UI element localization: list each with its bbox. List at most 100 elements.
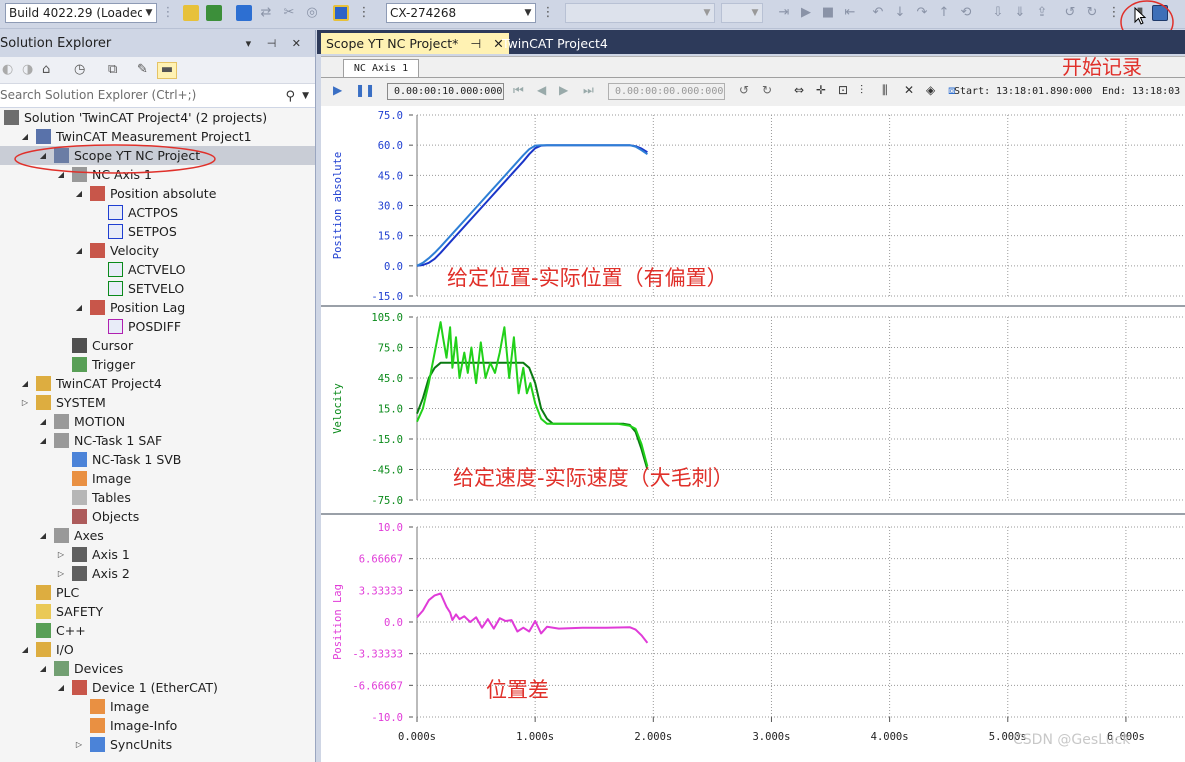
time-span-field[interactable]: 0.00:00:10.000:000 bbox=[387, 83, 504, 100]
tree-node-setvelo[interactable]: SETVELO bbox=[0, 279, 315, 298]
force-values-icon[interactable]: ⇓ bbox=[1012, 5, 1028, 21]
tree-node-cursor[interactable]: Cursor bbox=[0, 336, 315, 355]
tree-node-image[interactable]: Image bbox=[0, 469, 315, 488]
tree-node-twincat-project4[interactable]: ◢ TwinCAT Project4 bbox=[0, 374, 315, 393]
logout-icon[interactable]: ⇤ bbox=[842, 5, 858, 21]
expand-icon[interactable]: ▷ bbox=[20, 393, 30, 412]
redo-icon[interactable]: ↻ bbox=[1084, 5, 1100, 21]
plc-project-combo[interactable]: ▼ bbox=[565, 3, 715, 23]
tree-node-nc-task-1-svb[interactable]: NC-Task 1 SVB bbox=[0, 450, 315, 469]
tab-twincat-project4[interactable]: TwinCAT Project4 bbox=[497, 33, 613, 54]
reset-icon[interactable]: ⟲ bbox=[958, 5, 974, 21]
home-icon[interactable]: ⌂ bbox=[42, 62, 50, 77]
tree-node-actpos[interactable]: ACTPOS bbox=[0, 203, 315, 222]
next-icon[interactable]: ▶ bbox=[559, 83, 568, 97]
tree-node-axis-1[interactable]: ▷ Axis 1 bbox=[0, 545, 315, 564]
tree-node-device-1-ethercat[interactable]: ◢ Device 1 (EtherCAT) bbox=[0, 678, 315, 697]
collapse-icon[interactable]: ◢ bbox=[74, 184, 84, 203]
collapse-icon[interactable]: ◢ bbox=[38, 431, 48, 450]
step-back-icon[interactable]: ↶ bbox=[870, 5, 886, 21]
collapse-icon[interactable]: ◢ bbox=[38, 526, 48, 545]
target-menu-icon[interactable]: ⋮ bbox=[356, 5, 372, 21]
expand-icon[interactable]: ▷ bbox=[56, 564, 66, 583]
last-icon[interactable]: ⏭ bbox=[583, 83, 594, 98]
cursor-off-icon[interactable]: ✕ bbox=[904, 83, 914, 97]
build-combo[interactable]: Build 4022.29 (Loaded ▼ bbox=[5, 3, 157, 23]
tree-node-safety[interactable]: SAFETY bbox=[0, 602, 315, 621]
tree-node-tables[interactable]: Tables bbox=[0, 488, 315, 507]
fit-icon[interactable]: ⊡ bbox=[838, 83, 848, 97]
step-into-icon[interactable]: ↓ bbox=[892, 5, 908, 21]
redo-zoom-icon[interactable]: ↻ bbox=[762, 83, 772, 97]
expand-icon[interactable]: ▷ bbox=[74, 735, 84, 754]
position-lag-chart[interactable]: 10.0 6.66667 3.33333 0.0 -3.33333 -6.66667 -10… bbox=[321, 515, 1185, 762]
back-icon[interactable]: ◐ bbox=[2, 62, 13, 77]
run-icon[interactable]: ▶ bbox=[333, 83, 342, 97]
tab-nc-axis-1[interactable]: NC Axis 1 bbox=[343, 59, 419, 77]
collapse-icon[interactable]: ◢ bbox=[56, 678, 66, 697]
tab-scope-yt-nc-project[interactable]: Scope YT NC Project* ⊣ ✕ bbox=[321, 33, 509, 54]
tree-node-solution-twincat-project4-2-projects[interactable]: Solution 'TwinCAT Project4' (2 projects) bbox=[0, 108, 315, 127]
preview-icon[interactable]: ▬ bbox=[157, 62, 177, 79]
tree-node-image[interactable]: Image bbox=[0, 697, 315, 716]
expand-icon[interactable]: ▷ bbox=[56, 545, 66, 564]
chart-layout-icon[interactable]: ⫼ bbox=[882, 83, 888, 98]
pause-icon[interactable]: ❚❚ bbox=[355, 83, 375, 97]
tools-icon[interactable]: ✂ bbox=[281, 5, 297, 21]
step-over-icon[interactable]: ↷ bbox=[914, 5, 930, 21]
tree-node-objects[interactable]: Objects bbox=[0, 507, 315, 526]
max-icon[interactable]: ◈ bbox=[926, 83, 935, 97]
solution-explorer-search[interactable]: Search Solution Explorer (Ctrl+;) ⚲ ▼ bbox=[0, 84, 315, 108]
tree-node-nc-task-1-saf[interactable]: ◢ NC-Task 1 SAF bbox=[0, 431, 315, 450]
undo-zoom-icon[interactable]: ↺ bbox=[739, 83, 749, 97]
tree-node-i-o[interactable]: ◢ I/O bbox=[0, 640, 315, 659]
port-combo[interactable]: ▼ bbox=[721, 3, 763, 23]
config-mode-icon[interactable] bbox=[236, 5, 252, 21]
tree-node-motion[interactable]: ◢ MOTION bbox=[0, 412, 315, 431]
tree-node-system[interactable]: ▷ SYSTEM bbox=[0, 393, 315, 412]
time-offset-field[interactable]: 0.00:00:00.000:000 bbox=[608, 83, 725, 100]
load-icon[interactable]: ⇄ bbox=[258, 5, 274, 21]
write-values-icon[interactable]: ⇩ bbox=[990, 5, 1006, 21]
chart-sync-icon[interactable]: ⫶ bbox=[860, 83, 863, 98]
tree-node-devices[interactable]: ◢ Devices bbox=[0, 659, 315, 678]
first-icon[interactable]: ⏮ bbox=[513, 83, 524, 98]
stop-icon[interactable]: ■ bbox=[820, 5, 836, 21]
panel-pin-controls[interactable]: ▾ ⊣ ✕ bbox=[246, 30, 307, 57]
tree-node-posdiff[interactable]: POSDIFF bbox=[0, 317, 315, 336]
pin-icon[interactable]: ⊣ bbox=[470, 36, 481, 51]
history-icon[interactable]: ◷ bbox=[74, 62, 85, 77]
step-out-icon[interactable]: ↑ bbox=[936, 5, 952, 21]
pan-icon[interactable]: ⇔ bbox=[794, 83, 804, 97]
restart-twincat-icon[interactable] bbox=[206, 5, 222, 21]
collapse-icon[interactable]: ◢ bbox=[38, 412, 48, 431]
tree-node-position-absolute[interactable]: ◢ Position absolute bbox=[0, 184, 315, 203]
prev-icon[interactable]: ◀ bbox=[537, 83, 546, 97]
collapse-icon[interactable]: ◢ bbox=[20, 374, 30, 393]
tree-node-axis-2[interactable]: ▷ Axis 2 bbox=[0, 564, 315, 583]
velocity-chart[interactable]: 105.0 75.0 45.0 15.0 -15.0 -45.0 -75.0 Velocity bbox=[321, 307, 1185, 513]
activate-config-icon[interactable] bbox=[183, 5, 199, 21]
forward-icon[interactable]: ◑ bbox=[22, 62, 33, 77]
collapse-icon[interactable]: ◢ bbox=[74, 241, 84, 260]
tree-node-image-info[interactable]: Image-Info bbox=[0, 716, 315, 735]
tree-node-position-lag[interactable]: ◢ Position Lag bbox=[0, 298, 315, 317]
collapse-icon[interactable]: ◢ bbox=[74, 298, 84, 317]
target-combo[interactable]: CX-274268 ▼ bbox=[386, 3, 536, 23]
tree-node-axes[interactable]: ◢ Axes bbox=[0, 526, 315, 545]
release-force-icon[interactable]: ⇪ bbox=[1034, 5, 1050, 21]
undo-icon[interactable]: ↺ bbox=[1062, 5, 1078, 21]
toggle-icon[interactable]: ◎ bbox=[304, 5, 320, 21]
collapse-icon[interactable]: ◢ bbox=[20, 640, 30, 659]
login-icon[interactable]: ⇥ bbox=[776, 5, 792, 21]
tree-node-c[interactable]: C++ bbox=[0, 621, 315, 640]
chevron-down-icon[interactable]: ▼ bbox=[302, 85, 309, 108]
tree-node-velocity[interactable]: ◢ Velocity bbox=[0, 241, 315, 260]
tree-node-plc[interactable]: PLC bbox=[0, 583, 315, 602]
start-icon[interactable]: ▶ bbox=[798, 5, 814, 21]
tree-node-trigger[interactable]: Trigger bbox=[0, 355, 315, 374]
collapse-icon[interactable]: ◢ bbox=[38, 659, 48, 678]
tree-node-actvelo[interactable]: ACTVELO bbox=[0, 260, 315, 279]
collapse-all-icon[interactable]: ⧉ bbox=[108, 62, 117, 77]
search-icon[interactable]: ⚲ bbox=[285, 85, 295, 108]
